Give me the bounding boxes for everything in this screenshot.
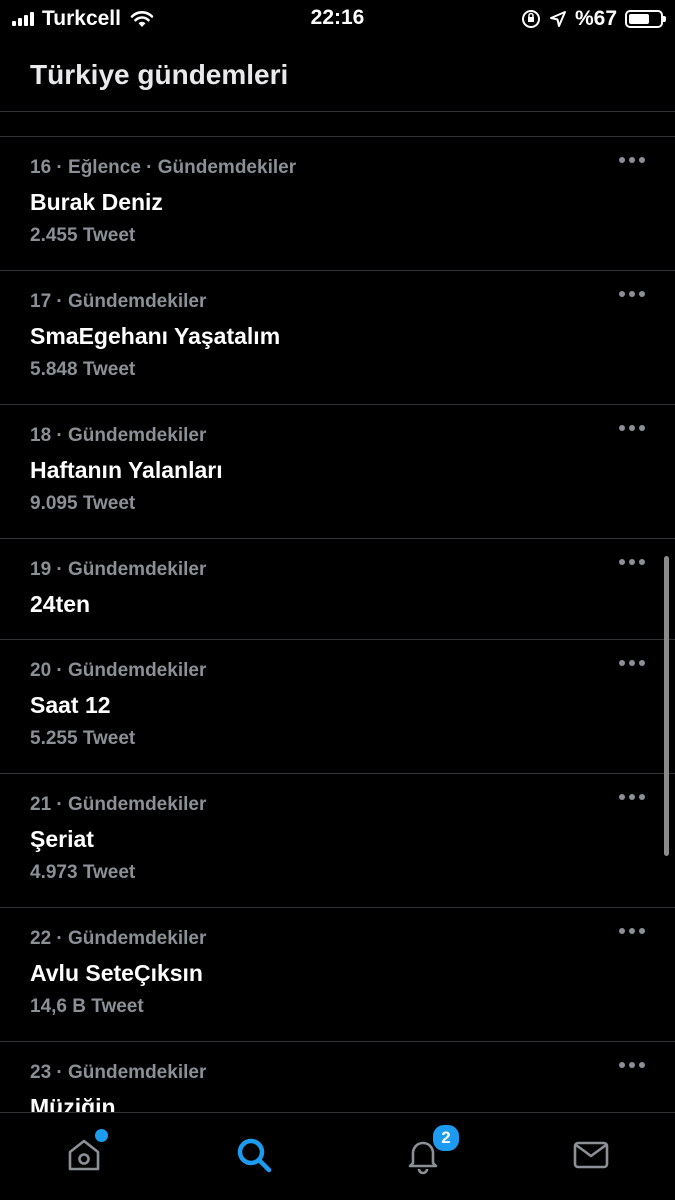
more-options-icon[interactable] (619, 794, 645, 800)
page-header: Türkiye gündemleri (0, 38, 675, 112)
trend-meta: 16 · Eğlence · Gündemdekiler (30, 157, 297, 178)
trend-title: SmaEgehanı Yaşatalım (30, 323, 281, 349)
wifi-icon (130, 11, 154, 27)
trend-item[interactable]: 20 · Gündemdekiler Saat 12 5.255 Tweet (0, 640, 675, 774)
trend-item[interactable]: 18 · Gündemdekiler Haftanın Yalanları 9.… (0, 405, 675, 539)
mail-icon (573, 1141, 609, 1169)
scrollbar[interactable] (664, 556, 669, 856)
trend-count: 4.973 Tweet (30, 862, 136, 883)
trend-title: Burak Deniz (30, 189, 163, 215)
battery-icon (625, 10, 666, 28)
trend-meta: 19 · Gündemdekiler (30, 559, 207, 580)
trends-list[interactable]: 16 · Eğlence · Gündemdekiler Burak Deniz… (0, 112, 675, 1112)
tab-home[interactable] (62, 1129, 108, 1177)
search-icon (237, 1138, 272, 1173)
carrier-label: Turkcell (42, 7, 121, 30)
trend-meta: 18 · Gündemdekiler (30, 425, 207, 446)
notifications-badge: 2 (431, 1123, 461, 1153)
trend-count: 5.255 Tweet (30, 728, 136, 749)
more-options-icon[interactable] (619, 1062, 645, 1068)
trend-item[interactable]: 21 · Gündemdekiler Şeriat 4.973 Tweet (0, 774, 675, 908)
trend-title: Haftanın Yalanları (30, 457, 223, 483)
home-badge-dot (95, 1129, 108, 1142)
tab-notifications[interactable]: 2 (401, 1123, 461, 1177)
more-options-icon[interactable] (619, 157, 645, 163)
battery-fill (629, 14, 650, 24)
trend-title: Müziğin (30, 1094, 116, 1112)
status-right: %67 (521, 7, 675, 31)
trend-meta: 17 · Gündemdekiler (30, 291, 207, 312)
more-options-icon[interactable] (619, 928, 645, 934)
trend-item[interactable]: 23 · Gündemdekiler Müziğin (0, 1042, 675, 1112)
trend-count: 14,6 B Tweet (30, 996, 144, 1017)
signal-icon (12, 12, 34, 26)
status-left: Turkcell (0, 7, 155, 31)
status-bar: Turkcell 22:16 %67 (0, 0, 675, 38)
trend-meta: 21 · Gündemdekiler (30, 794, 207, 815)
trend-item[interactable]: 16 · Eğlence · Gündemdekiler Burak Deniz… (0, 137, 675, 271)
trend-item[interactable]: 17 · Gündemdekiler SmaEgehanı Yaşatalım … (0, 271, 675, 405)
trend-meta: 23 · Gündemdekiler (30, 1062, 207, 1083)
trend-title: 24ten (30, 591, 91, 617)
page-title: Türkiye gündemleri (30, 58, 289, 90)
trend-meta: 20 · Gündemdekiler (30, 660, 207, 681)
orientation-lock-icon (521, 10, 540, 28)
tab-search[interactable] (232, 1133, 276, 1177)
tab-messages[interactable] (569, 1133, 613, 1177)
more-options-icon[interactable] (619, 291, 645, 297)
trend-item[interactable]: 22 · Gündemdekiler Avlu SeteÇıksın 14,6 … (0, 908, 675, 1042)
trend-meta: 22 · Gündemdekiler (30, 928, 207, 949)
trend-title: Şeriat (30, 826, 94, 852)
trend-title: Saat 12 (30, 692, 111, 718)
more-options-icon[interactable] (619, 425, 645, 431)
trend-count: 2.455 Tweet (30, 225, 136, 246)
trend-count: 5.848 Tweet (30, 359, 136, 380)
more-options-icon[interactable] (619, 559, 645, 565)
location-icon (549, 11, 566, 27)
battery-percent: %67 (574, 7, 617, 30)
trend-title: Avlu SeteÇıksın (30, 960, 203, 986)
trend-item[interactable]: 19 · Gündemdekiler 24ten (0, 539, 675, 640)
trend-count: 9.095 Tweet (30, 493, 136, 514)
more-options-icon[interactable] (619, 660, 645, 666)
tab-bar: 2 (0, 1112, 675, 1200)
list-divider (0, 112, 675, 137)
